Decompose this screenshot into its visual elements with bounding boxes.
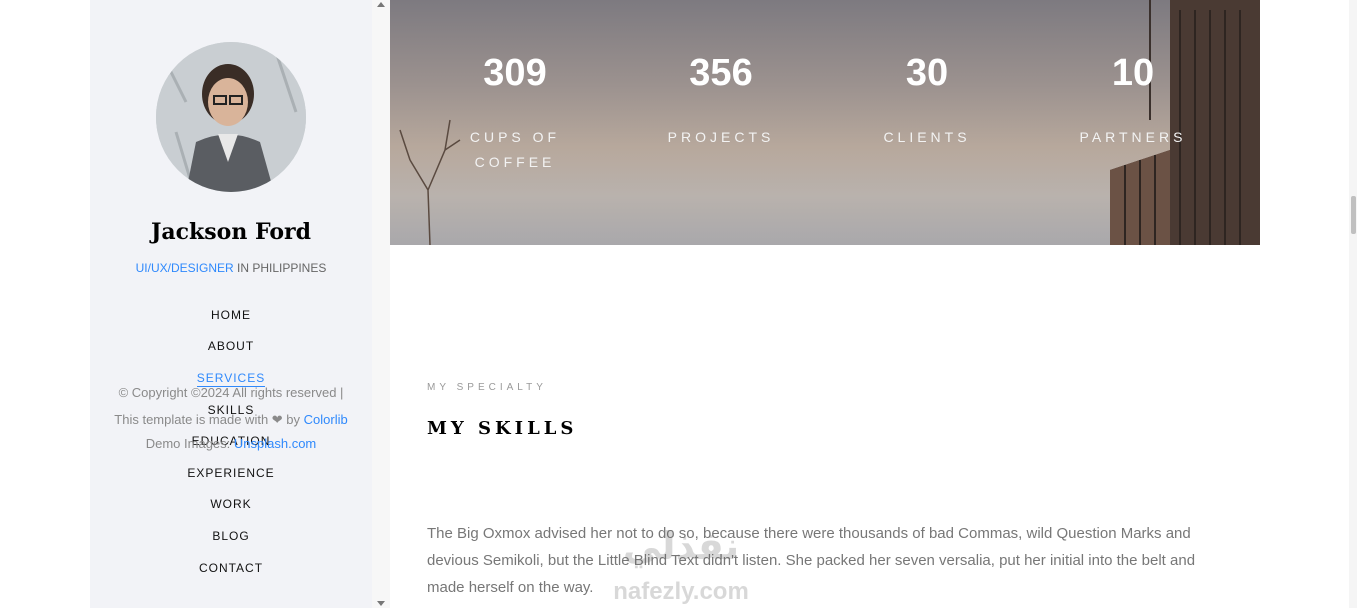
avatar — [156, 42, 306, 192]
nav-about[interactable]: ABOUT — [90, 339, 372, 353]
page-scrollbar-thumb[interactable] — [1351, 196, 1356, 234]
stat-number-clients: 30 — [905, 52, 949, 94]
skills-paragraph: The Big Oxmox advised her not to do so, … — [427, 525, 1196, 596]
section-subheading: MY SPECIALTY — [427, 382, 547, 393]
watermark-logo: نفذلي nafezly.com — [598, 524, 764, 608]
stat-number-partners: 10 — [1111, 52, 1155, 94]
stat-label-projects: PROJECTS — [667, 129, 775, 145]
colorlib-link[interactable]: Colorlib — [304, 412, 348, 427]
unsplash-link[interactable]: Unsplash.com — [234, 436, 316, 451]
profile-name: Jackson Ford — [150, 219, 312, 245]
footer-copyright: © Copyright ©2024 All rights reserved | — [118, 385, 344, 400]
watermark-latin: nafezly.com — [613, 578, 749, 605]
nav-contact[interactable]: CONTACT — [90, 561, 372, 575]
nav-experience[interactable]: EXPERIENCE — [90, 466, 372, 480]
nav-work[interactable]: WORK — [90, 497, 372, 511]
stats-hero — [390, 0, 1260, 245]
profile-role: UI/UX/DESIGNER IN PHILIPPINES — [90, 261, 372, 275]
stat-label-coffee: CUPS OF COFFEE — [469, 129, 561, 170]
section-heading: MY SKILLS — [427, 418, 578, 439]
nav-services[interactable]: SERVICES — [90, 371, 372, 387]
watermark-arabic: نفذلي — [622, 524, 740, 568]
scroll-down-arrow-icon[interactable] — [377, 601, 385, 606]
footer-demo-images: Demo Images: Unsplash.com — [145, 436, 317, 451]
stat-label-partners: PARTNERS — [1079, 129, 1187, 145]
stat-number-coffee: 309 — [483, 52, 547, 94]
footer-made-with: This template is made with ❤ by Colorlib — [114, 412, 348, 427]
nav-home[interactable]: HOME — [90, 308, 372, 322]
role-location: IN PHILIPPINES — [233, 261, 327, 275]
page-scrollbar[interactable] — [1349, 0, 1357, 608]
sidebar-scrollbar[interactable] — [372, 0, 390, 608]
scroll-up-arrow-icon[interactable] — [377, 2, 385, 7]
stat-label-clients: CLIENTS — [883, 129, 971, 145]
stat-number-projects: 356 — [689, 52, 753, 94]
role-link[interactable]: UI/UX/DESIGNER — [136, 261, 234, 275]
building-image — [1110, 0, 1260, 245]
nav-blog[interactable]: BLOG — [90, 529, 372, 543]
